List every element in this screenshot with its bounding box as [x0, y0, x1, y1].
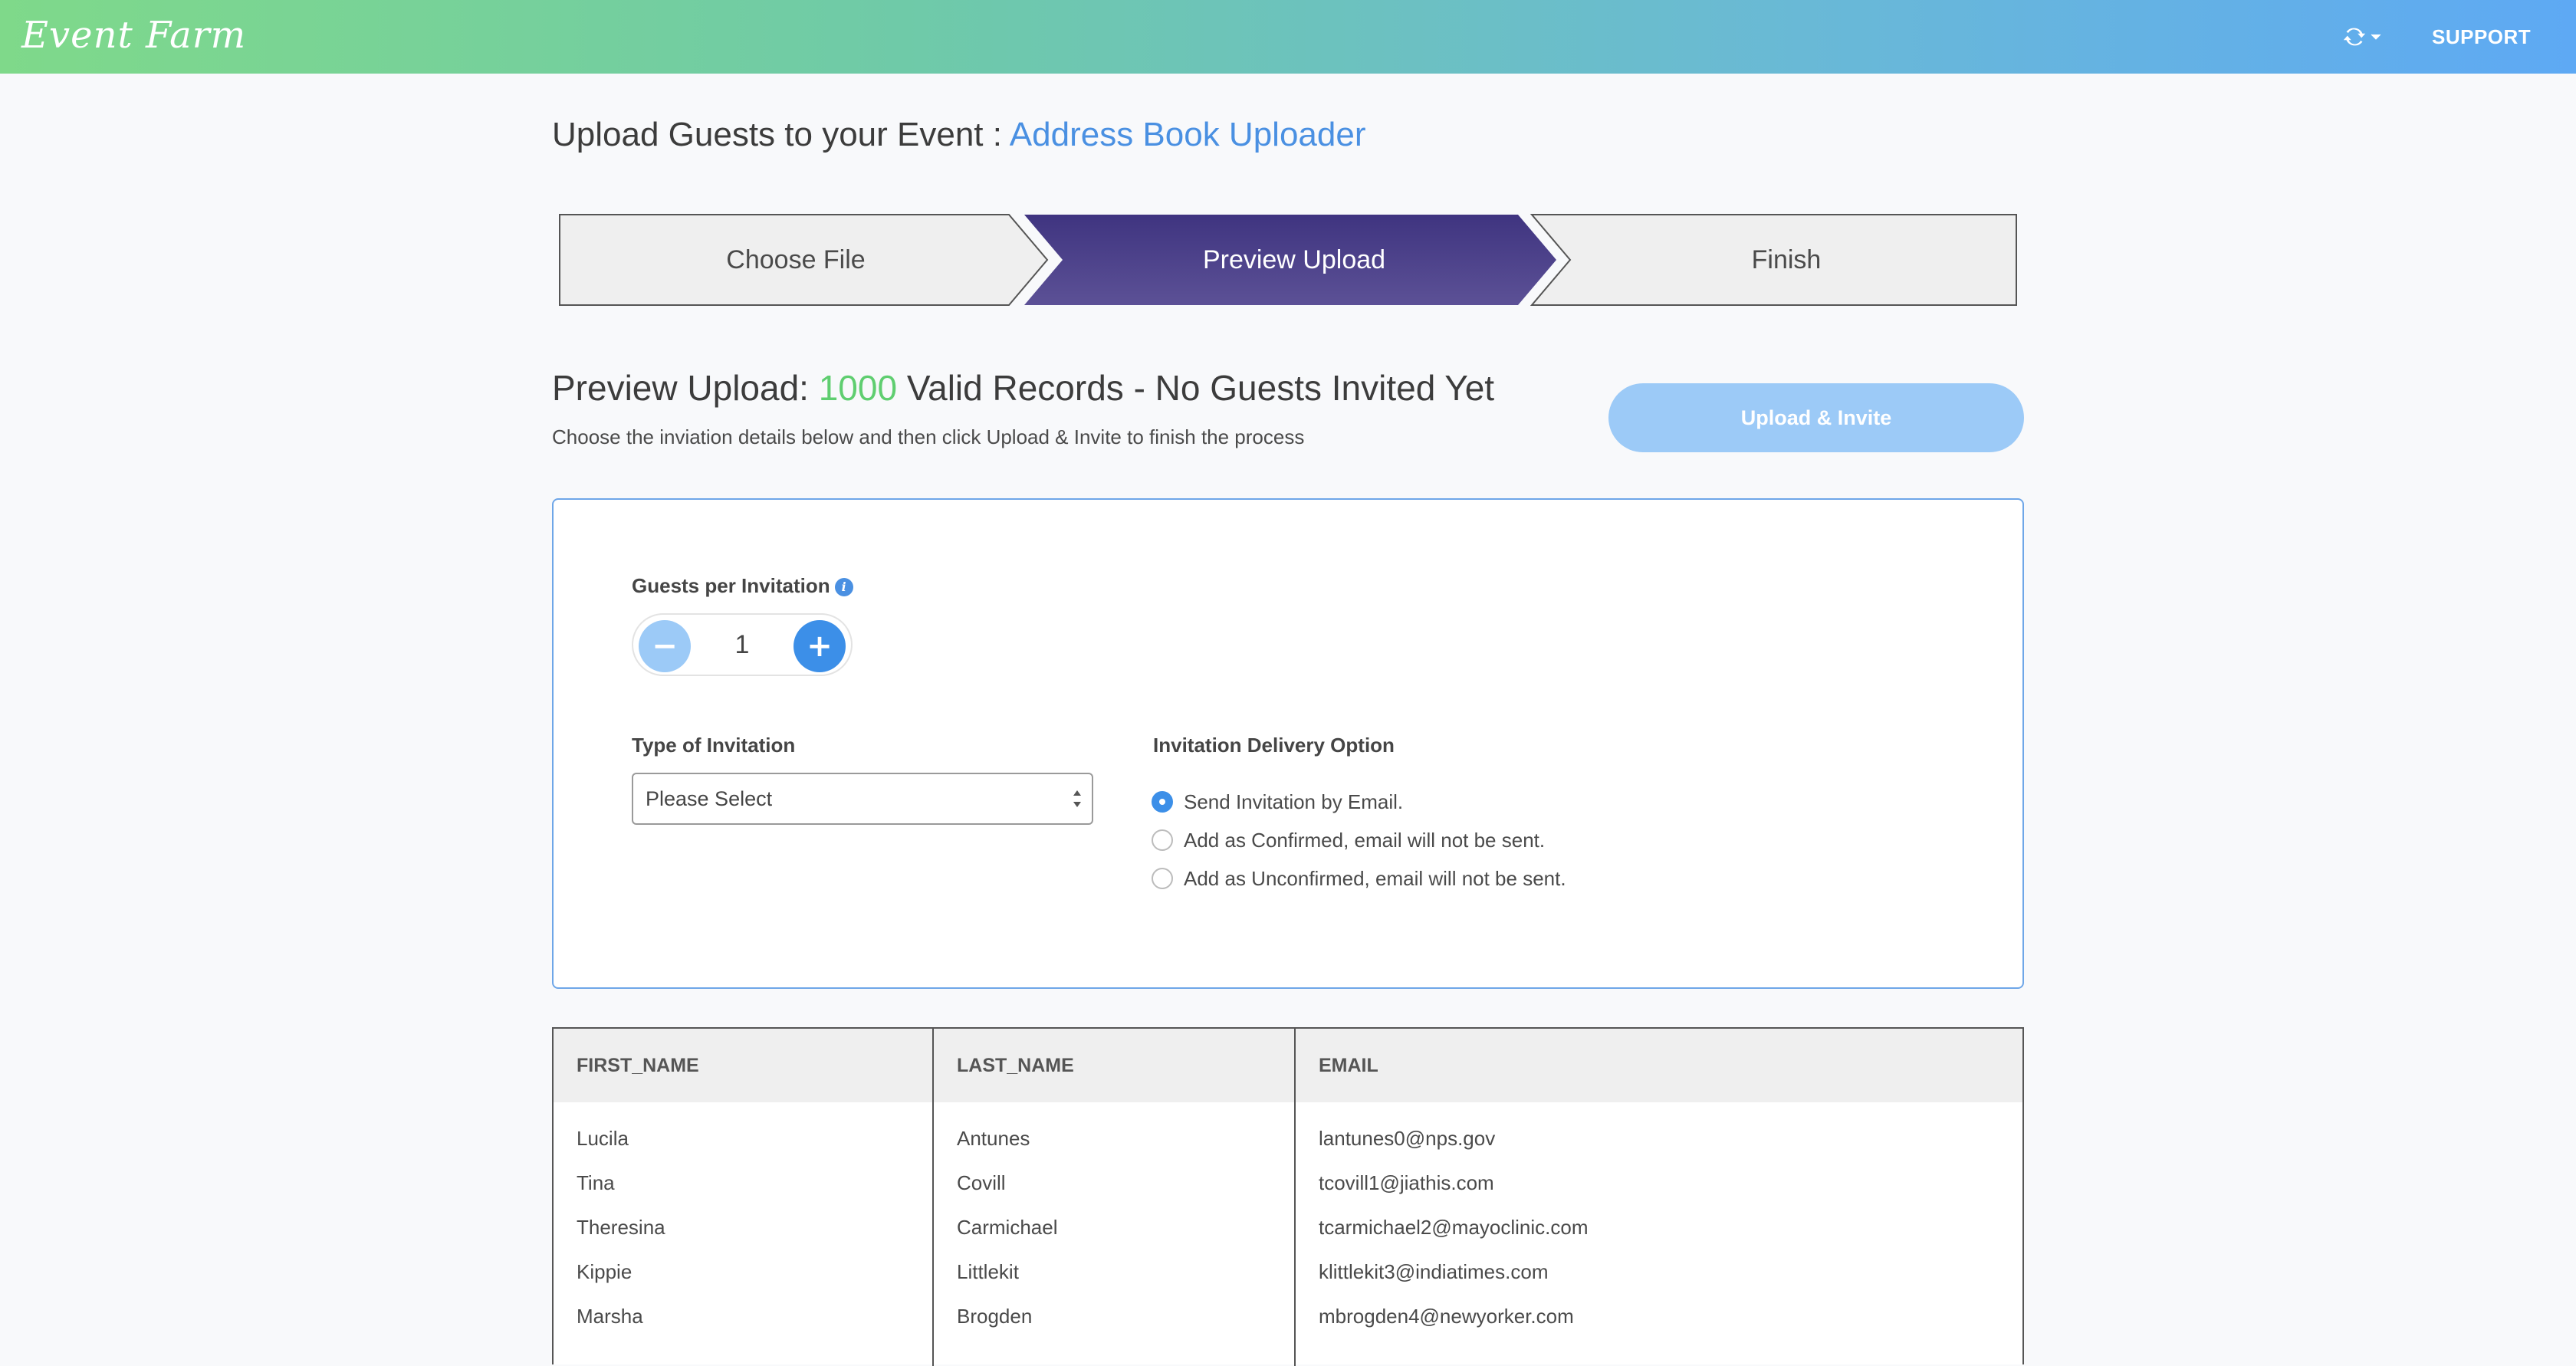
table-cell: tcarmichael2@mayoclinic.com	[1319, 1216, 1589, 1239]
column-header[interactable]: EMAIL	[1296, 1029, 2022, 1102]
preview-heading: Preview Upload: 1000 Valid Records - No …	[552, 363, 1494, 412]
step-wizard: Choose File Preview Upload Finish	[558, 213, 2018, 307]
step-preview-upload[interactable]: Preview Upload	[1056, 213, 1532, 307]
preview-heading-prefix: Preview Upload:	[552, 368, 819, 408]
column-email: EMAIL lantunes0@nps.gov tcovill1@jiathis…	[1294, 1029, 2022, 1366]
event-farm-logo[interactable]: Event Farm	[21, 11, 246, 60]
preview-instructions: Choose the inviation details below and t…	[552, 425, 1305, 448]
delivery-option-label: Add as Confirmed, email will not be sent…	[1184, 828, 1546, 852]
invitation-options-card: Guests per Invitation i − 1 + Type of Inv…	[552, 498, 2024, 989]
table-cell: Littlekit	[957, 1260, 1019, 1283]
guests-per-invitation-value[interactable]: 1	[693, 615, 791, 675]
support-link[interactable]: SUPPORT	[2432, 21, 2531, 52]
info-icon[interactable]: i	[834, 578, 853, 597]
table-cell: Theresina	[577, 1216, 665, 1239]
column-header[interactable]: FIRST_NAME	[554, 1029, 932, 1102]
table-cell: Marsha	[577, 1305, 643, 1328]
select-arrows-icon	[1073, 790, 1081, 807]
delivery-option-unconfirmed[interactable]: Add as Unconfirmed, email will not be se…	[1152, 863, 1566, 894]
table-cell: Covill	[957, 1171, 1006, 1194]
column-header[interactable]: LAST_NAME	[934, 1029, 1294, 1102]
step-choose-file[interactable]: Choose File	[558, 213, 1033, 307]
column-last-name: LAST_NAME Antunes Covill Carmichael Litt…	[932, 1029, 1294, 1366]
preview-data-table: FIRST_NAME Lucila Tina Theresina Kippie …	[552, 1027, 2024, 1366]
valid-record-count: 1000	[818, 368, 898, 408]
type-of-invitation-value: Please Select	[646, 787, 773, 810]
type-of-invitation-label: Type of Invitation	[632, 734, 796, 757]
chevron-down-icon	[2371, 34, 2381, 40]
table-cell: Antunes	[957, 1127, 1030, 1150]
invitation-delivery-option-label: Invitation Delivery Option	[1153, 734, 1395, 757]
column-first-name: FIRST_NAME Lucila Tina Theresina Kippie …	[554, 1029, 932, 1366]
page-title: Upload Guests to your Event : Address Bo…	[552, 112, 1366, 158]
radio-button[interactable]	[1152, 829, 1173, 851]
page-title-prefix: Upload Guests to your Event :	[552, 116, 1010, 153]
type-of-invitation-select[interactable]: Please Select	[632, 773, 1093, 825]
guests-per-invitation-label: Guests per Invitation i	[632, 572, 853, 599]
table-cell: klittlekit3@indiatimes.com	[1319, 1260, 1549, 1283]
preview-heading-suffix: Valid Records - No Guests Invited Yet	[897, 368, 1495, 408]
increment-button[interactable]: +	[794, 620, 846, 672]
radio-button[interactable]	[1152, 791, 1173, 813]
radio-button[interactable]	[1152, 868, 1173, 889]
table-cell: Brogden	[957, 1305, 1033, 1328]
page-title-accent: Address Book Uploader	[1009, 116, 1366, 153]
delivery-option-email[interactable]: Send Invitation by Email.	[1152, 786, 1403, 817]
guests-per-invitation-text: Guests per Invitation	[632, 574, 830, 597]
decrement-button[interactable]: −	[639, 620, 691, 672]
sync-icon	[2343, 28, 2366, 46]
table-cell: Tina	[577, 1171, 615, 1194]
table-cell: lantunes0@nps.gov	[1319, 1127, 1496, 1150]
table-cell: mbrogden4@newyorker.com	[1319, 1305, 1574, 1328]
sync-menu-toggle[interactable]	[2341, 20, 2387, 54]
table-cell: Carmichael	[957, 1216, 1058, 1239]
step-finish[interactable]: Finish	[1555, 213, 2018, 307]
guests-per-invitation-stepper: − 1 +	[632, 613, 853, 676]
upload-and-invite-button[interactable]: Upload & Invite	[1608, 383, 2024, 452]
top-navbar: Event Farm SUPPORT	[0, 0, 2576, 74]
table-cell: Kippie	[577, 1260, 632, 1283]
delivery-option-label: Send Invitation by Email.	[1184, 790, 1404, 813]
table-cell: tcovill1@jiathis.com	[1319, 1171, 1494, 1194]
delivery-option-label: Add as Unconfirmed, email will not be se…	[1184, 866, 1566, 890]
delivery-option-confirmed[interactable]: Add as Confirmed, email will not be sent…	[1152, 825, 1545, 855]
table-cell: Lucila	[577, 1127, 629, 1150]
